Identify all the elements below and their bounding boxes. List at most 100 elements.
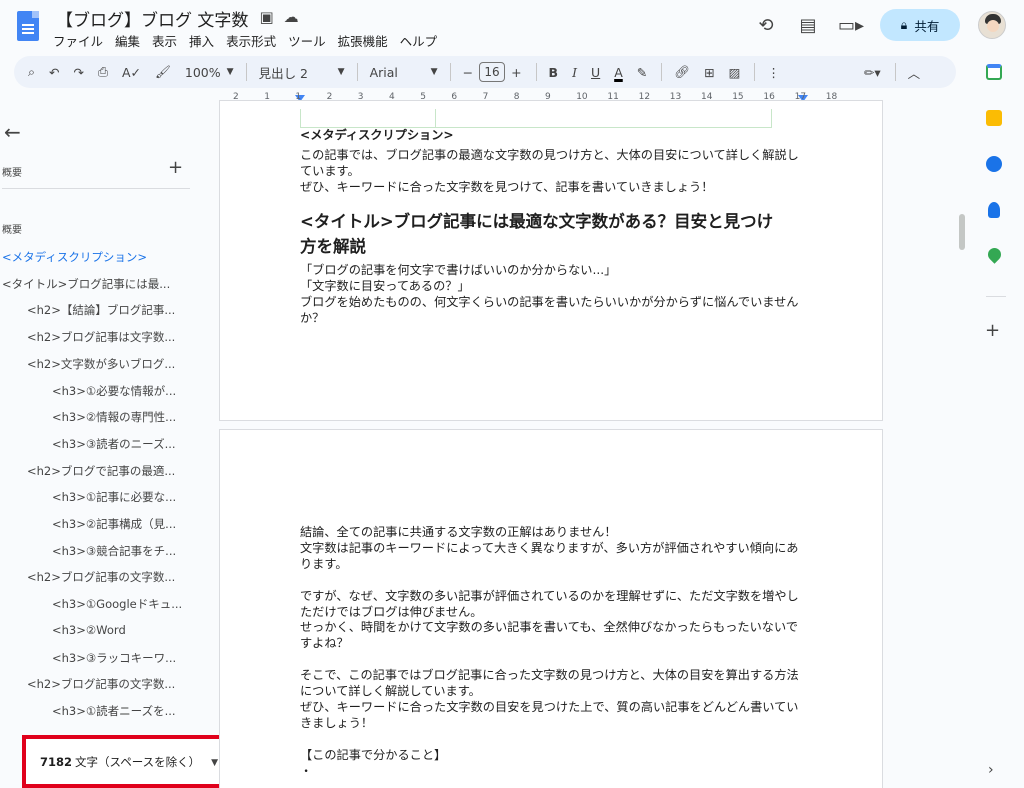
body-line[interactable]: 「ブログの記事を何文字で書けばいいのか分からない...」 [300, 262, 805, 278]
move-folder-icon[interactable]: ▣ [259, 8, 273, 26]
font-select[interactable]: Arial ▼ [370, 65, 438, 80]
menu-insert[interactable]: 挿入 [189, 31, 214, 50]
toolbar-divider [449, 63, 451, 81]
meta-heading[interactable]: <メタディスクリプション> [300, 127, 805, 143]
menu-edit[interactable]: 編集 [115, 31, 140, 50]
scrollbar-thumb[interactable] [959, 214, 965, 250]
body-line[interactable]: この記事では、ブログ記事の最適な文字数の見つけ方と、大体の目安について詳しく解説… [300, 147, 805, 163]
body-line[interactable]: ています。 [300, 163, 805, 179]
italic-button[interactable]: I [572, 65, 577, 80]
outline-item[interactable]: <h3>②情報の専門性... [52, 409, 176, 425]
body-line[interactable]: きましょう！ [300, 715, 805, 731]
outline-item[interactable]: <h2>【結論】ブログ記事... [27, 302, 175, 318]
outline-item[interactable]: <h2>ブログ記事は文字数... [27, 329, 175, 345]
decrease-font-size-button[interactable]: − [463, 65, 473, 80]
menu-help[interactable]: ヘルプ [400, 31, 438, 50]
outline-item[interactable]: <h3>②記事構成（見... [52, 516, 176, 532]
share-label: 共有 [914, 18, 940, 34]
outline-item[interactable]: <メタディスクリプション> [2, 249, 147, 265]
comment-icon[interactable]: ▤ [796, 15, 820, 36]
star-icon[interactable]: ☆ [236, 8, 249, 26]
body-line[interactable]: ・ [300, 763, 805, 779]
outline-item[interactable]: <h3>①読者ニーズを... [52, 703, 176, 719]
add-comment-icon[interactable]: ⊞ [704, 65, 714, 80]
outline-item[interactable]: <タイトル>ブログ記事には最... [2, 276, 170, 292]
body-line[interactable]: 【この記事で分かること】 [300, 747, 805, 763]
tasks-icon[interactable] [986, 156, 1002, 172]
history-icon[interactable]: ⟲ [754, 15, 778, 36]
word-count-value: 7182 [40, 754, 73, 769]
style-select[interactable]: 見出し 2 ▼ [259, 63, 345, 82]
outline-item[interactable]: <h2>ブログ記事の文字数... [27, 676, 175, 692]
collapse-menus-icon[interactable]: ︿ [908, 63, 921, 82]
title-heading-line[interactable]: <タイトル>ブログ記事には最適な文字数がある？目安と見つけ [300, 209, 805, 234]
body-line[interactable]: か？ [300, 310, 805, 326]
contacts-icon[interactable] [988, 202, 1000, 218]
body-line[interactable]: ぜひ、キーワードに合った文字数を見つけて、記事を書いていきましょう！ [300, 179, 805, 195]
add-summary-icon[interactable]: + [168, 157, 183, 178]
body-line[interactable]: について詳しく解説しています。 [300, 683, 805, 699]
docs-logo-icon[interactable] [17, 11, 39, 41]
calendar-icon[interactable] [986, 64, 1002, 80]
menu-file[interactable]: ファイル [53, 31, 103, 50]
body-line[interactable]: 文字数は記事のキーワードによって大きく異なりますが、多い方が評価されやすい傾向に… [300, 540, 805, 556]
body-line[interactable]: ぜひ、キーワードに合った文字数の目安を見つけた上で、質の高い記事をどんどん書いて… [300, 699, 805, 715]
spellcheck-icon[interactable]: A✓ [122, 65, 141, 80]
body-line[interactable]: そこで、この記事ではブログ記事に合った文字数の見つけ方と、大体の目安を算出する方… [300, 667, 805, 683]
zoom-select[interactable]: 100% ▼ [185, 65, 234, 80]
title-heading-line[interactable]: 方を解説 [300, 234, 805, 259]
body-line[interactable]: ですが、なぜ、文字数の多い記事が評価されているのかを理解せずに、ただ文字数を増や… [300, 588, 805, 604]
editing-mode-icon[interactable]: ✏▾ [864, 65, 881, 80]
word-count-badge[interactable]: 7182 文字（スペースを除く） ▼ [22, 735, 238, 788]
get-addons-icon[interactable]: + [985, 320, 1000, 341]
outline-item[interactable]: <h3>③読者のニーズ... [52, 436, 176, 452]
outline-item[interactable]: <h2>ブログで記事の最適... [27, 463, 175, 479]
body-line[interactable]: ります。 [300, 556, 805, 572]
keep-icon[interactable] [986, 110, 1002, 126]
menu-extensions[interactable]: 拡張機能 [338, 31, 388, 50]
underline-button[interactable]: U [591, 65, 600, 80]
more-options-icon[interactable]: ⋮ [767, 65, 780, 80]
outline-item[interactable]: <h3>②Word [52, 623, 126, 637]
outline-item[interactable]: <h2>ブログ記事の文字数... [27, 569, 175, 585]
body-line[interactable]: 結論、全ての記事に共通する文字数の正解はありません！ [300, 524, 805, 540]
undo-icon[interactable]: ↶ [49, 65, 59, 80]
avatar[interactable] [978, 11, 1006, 39]
link-icon[interactable]: 🔗︎ [674, 64, 690, 80]
outline-item[interactable]: <h3>③ラッコキーワ... [52, 650, 176, 666]
outline-label: 概要 [2, 225, 22, 236]
menu-format[interactable]: 表示形式 [226, 31, 276, 50]
body-line[interactable]: せっかく、時間をかけて文字数の多い記事を書いても、全然伸びなかったらもったいない… [300, 619, 805, 635]
toolbar-divider [754, 63, 756, 81]
side-panel-divider [986, 296, 1006, 297]
menu-view[interactable]: 表示 [152, 31, 177, 50]
paint-format-icon[interactable]: 🖌︎ [155, 64, 171, 80]
outline-item[interactable]: <h3>①Googleドキュ... [52, 596, 182, 612]
menu-tools[interactable]: ツール [288, 31, 326, 50]
outline-item[interactable]: <h3>①必要な情報が... [52, 383, 176, 399]
maps-icon[interactable] [985, 245, 1004, 264]
chevron-down-icon[interactable]: ▼ [211, 758, 218, 768]
outline-item[interactable]: <h3>③競合記事をチ... [52, 543, 176, 559]
bold-button[interactable]: B [549, 65, 559, 80]
print-icon[interactable]: ⎙ [98, 64, 108, 80]
share-button[interactable]: 🔒︎ 共有 [880, 9, 960, 41]
show-side-panel-icon[interactable]: › [988, 762, 994, 778]
body-line[interactable]: ただけではブログは伸びません。 [300, 604, 805, 620]
body-line[interactable]: ブログを始めたものの、何文字くらいの記事を書いたらいいかが分からずに悩んでいませ… [300, 294, 805, 310]
document-title[interactable]: 【ブログ】ブログ 文字数 [56, 6, 248, 31]
search-icon[interactable]: ⌕ [28, 64, 35, 80]
outline-item[interactable]: <h3>①記事に必要な... [52, 489, 176, 505]
increase-font-size-button[interactable]: + [511, 65, 521, 80]
insert-image-icon[interactable]: ▨ [729, 65, 741, 80]
redo-icon[interactable]: ↷ [74, 65, 84, 80]
meet-icon[interactable]: ▭▸ [838, 15, 864, 36]
back-arrow-icon[interactable]: ← [4, 120, 21, 144]
highlight-icon[interactable]: ✎ [637, 65, 647, 80]
outline-item[interactable]: <h2>文字数が多いブログ... [27, 356, 175, 372]
cloud-saved-icon[interactable]: ☁ [284, 8, 299, 26]
body-line[interactable]: 「文字数に目安ってあるの？」 [300, 278, 805, 294]
text-color-button[interactable]: A [614, 65, 623, 80]
body-line[interactable]: すよね？ [300, 635, 805, 651]
font-size-input[interactable]: 16 [479, 62, 506, 82]
